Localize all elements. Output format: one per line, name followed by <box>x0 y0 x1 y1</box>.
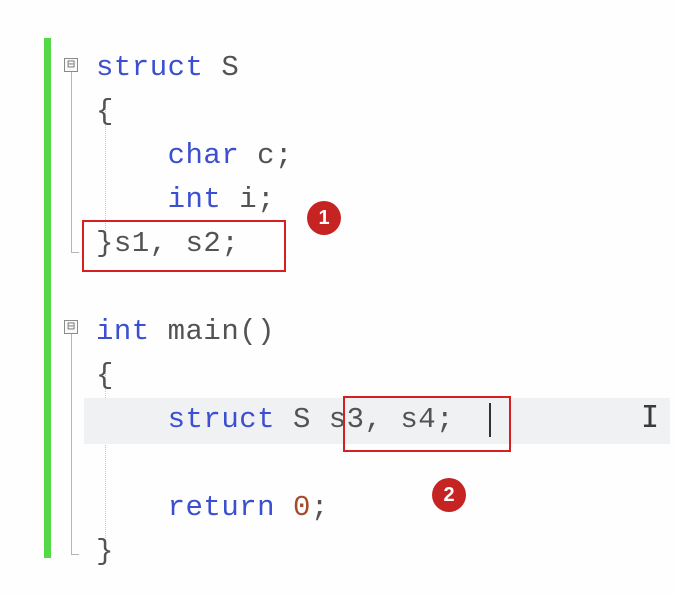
fold-end-main <box>71 554 79 555</box>
annotation-badge-2: 2 <box>432 478 466 512</box>
brace-open: { <box>96 359 114 392</box>
code-line[interactable]: int main() <box>96 310 275 354</box>
badge-label: 2 <box>443 484 454 506</box>
identifier: c; <box>239 139 293 172</box>
annotation-badge-1: 1 <box>307 201 341 235</box>
keyword-struct: struct <box>96 51 203 84</box>
fold-end-struct <box>71 252 79 253</box>
keyword-return: return <box>168 491 275 524</box>
keyword-char: char <box>168 139 240 172</box>
brace-open: { <box>96 95 114 128</box>
identifier: i; <box>221 183 275 216</box>
mouse-cursor-ibeam-icon: I <box>641 400 659 435</box>
code-line[interactable]: char c; <box>96 134 293 178</box>
code-line[interactable]: { <box>96 90 114 134</box>
type-name: S <box>203 51 239 84</box>
keyword-int: int <box>96 315 150 348</box>
highlight-box-1 <box>82 220 286 272</box>
function-main: main() <box>150 315 275 348</box>
fold-guide-main <box>71 334 72 554</box>
fold-toggle-struct[interactable]: ⊟ <box>64 58 78 72</box>
badge-label: 1 <box>318 207 329 229</box>
keyword-int: int <box>168 183 222 216</box>
code-line[interactable]: } <box>96 530 114 574</box>
code-line[interactable]: { <box>96 354 114 398</box>
change-marker-bar <box>44 38 51 558</box>
brace-close: } <box>96 535 114 568</box>
highlight-box-2 <box>343 396 511 452</box>
number-literal: 0 <box>293 491 311 524</box>
minus-icon: ⊟ <box>67 319 75 334</box>
semicolon: ; <box>311 491 329 524</box>
minus-icon: ⊟ <box>67 57 75 72</box>
code-editor[interactable]: ⊟ ⊟ struct S { char c; int i; }s1, s2; i… <box>0 0 674 594</box>
fold-toggle-main[interactable]: ⊟ <box>64 320 78 334</box>
code-line[interactable]: int i; <box>96 178 275 222</box>
code-line[interactable]: struct S <box>96 46 239 90</box>
type-name: S <box>275 403 329 436</box>
fold-guide-struct <box>71 72 72 252</box>
code-line[interactable]: return 0; <box>96 486 329 530</box>
keyword-struct: struct <box>168 403 275 436</box>
